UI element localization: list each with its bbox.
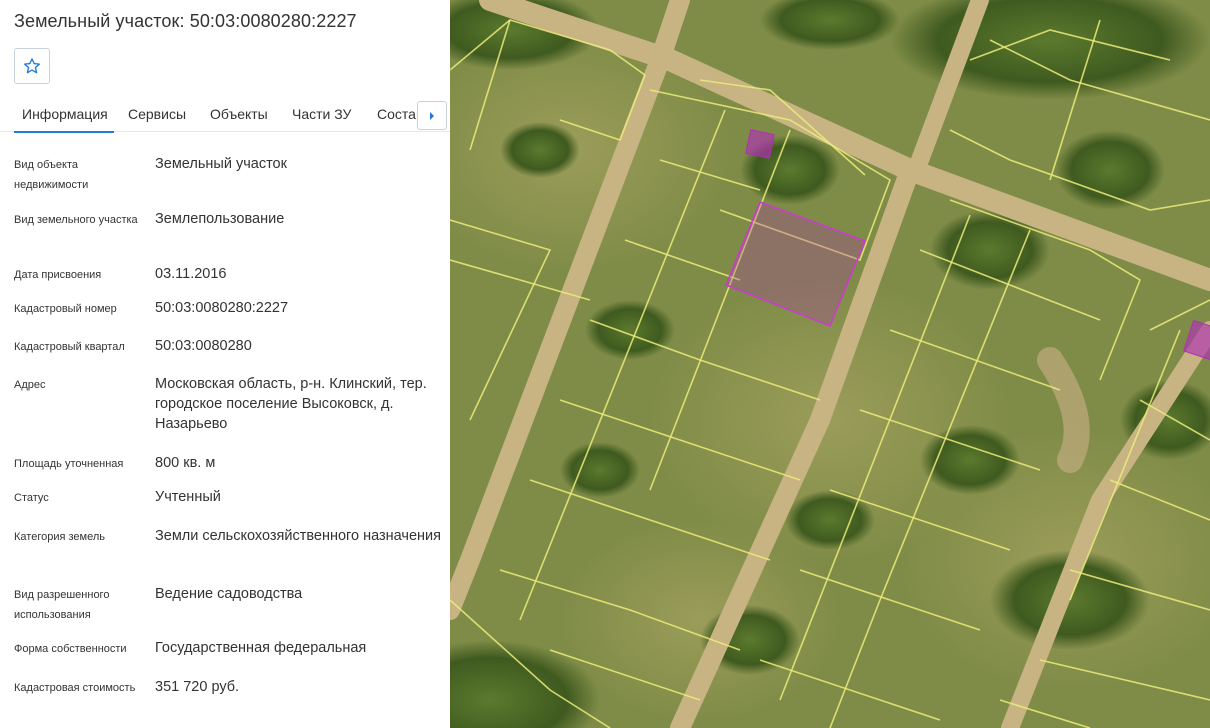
field-label-object-type: Вид объекта недвижимости (14, 159, 89, 191)
field-label-address: Адрес (14, 379, 46, 391)
field-value-object-type: Земельный участок (155, 156, 287, 172)
field-value-status: Учтенный (155, 489, 221, 505)
field-label-cadastral-number: Кадастровый номер (14, 303, 117, 315)
field-label-cadastral-block: Кадастровый квартал (14, 341, 125, 353)
field-label-land-category: Категория земель (14, 531, 105, 543)
tab-objects[interactable]: Объекты (210, 106, 268, 122)
field-value-land-category: Земли сельскохозяйственного назначения (155, 528, 441, 544)
tab-services[interactable]: Сервисы (128, 106, 186, 122)
map-canvas[interactable] (450, 0, 1210, 728)
satellite-map[interactable] (450, 0, 1210, 728)
page-title: Земельный участок: 50:03:0080280:2227 (14, 11, 357, 31)
field-value-assign-date: 03.11.2016 (155, 266, 227, 282)
field-label-land-type: Вид земельного участка (14, 214, 138, 226)
tab-parts[interactable]: Части ЗУ (292, 106, 351, 122)
field-label-assign-date: Дата присвоения (14, 269, 102, 281)
field-value-permitted-use: Ведение садоводства (155, 586, 303, 602)
field-value-land-type: Землепользование (155, 211, 285, 227)
tab-bar: Информация Сервисы Объекты Части ЗУ Сост… (0, 96, 450, 133)
field-label-permitted-use: Вид разрешенного использования (14, 589, 110, 621)
field-value-cadastral-number: 50:03:0080280:2227 (155, 300, 289, 316)
field-value-cadastral-value: 351 720 руб. (155, 679, 240, 695)
field-value-cadastral-block: 50:03:0080280 (155, 338, 252, 354)
field-label-status: Статус (14, 492, 49, 504)
star-icon (23, 58, 41, 74)
tab-information[interactable]: Информация (14, 106, 114, 133)
favorite-button[interactable] (14, 48, 50, 84)
field-label-cadastral-value: Кадастровая стоимость (14, 682, 136, 694)
small-parcel[interactable] (745, 129, 775, 159)
field-value-address: Московская область, р-н. Клинский, тер. … (155, 376, 427, 432)
field-value-area: 800 кв. м (155, 455, 216, 471)
field-value-ownership: Государственная федеральная (155, 640, 367, 656)
info-panel: Земельный участок: 50:03:0080280:2227 Ин… (0, 0, 450, 728)
field-label-area: Площадь уточненная (14, 458, 124, 470)
chevron-right-icon (430, 111, 434, 120)
field-label-ownership: Форма собственности (14, 643, 127, 655)
tabs-next-button[interactable] (417, 101, 447, 130)
